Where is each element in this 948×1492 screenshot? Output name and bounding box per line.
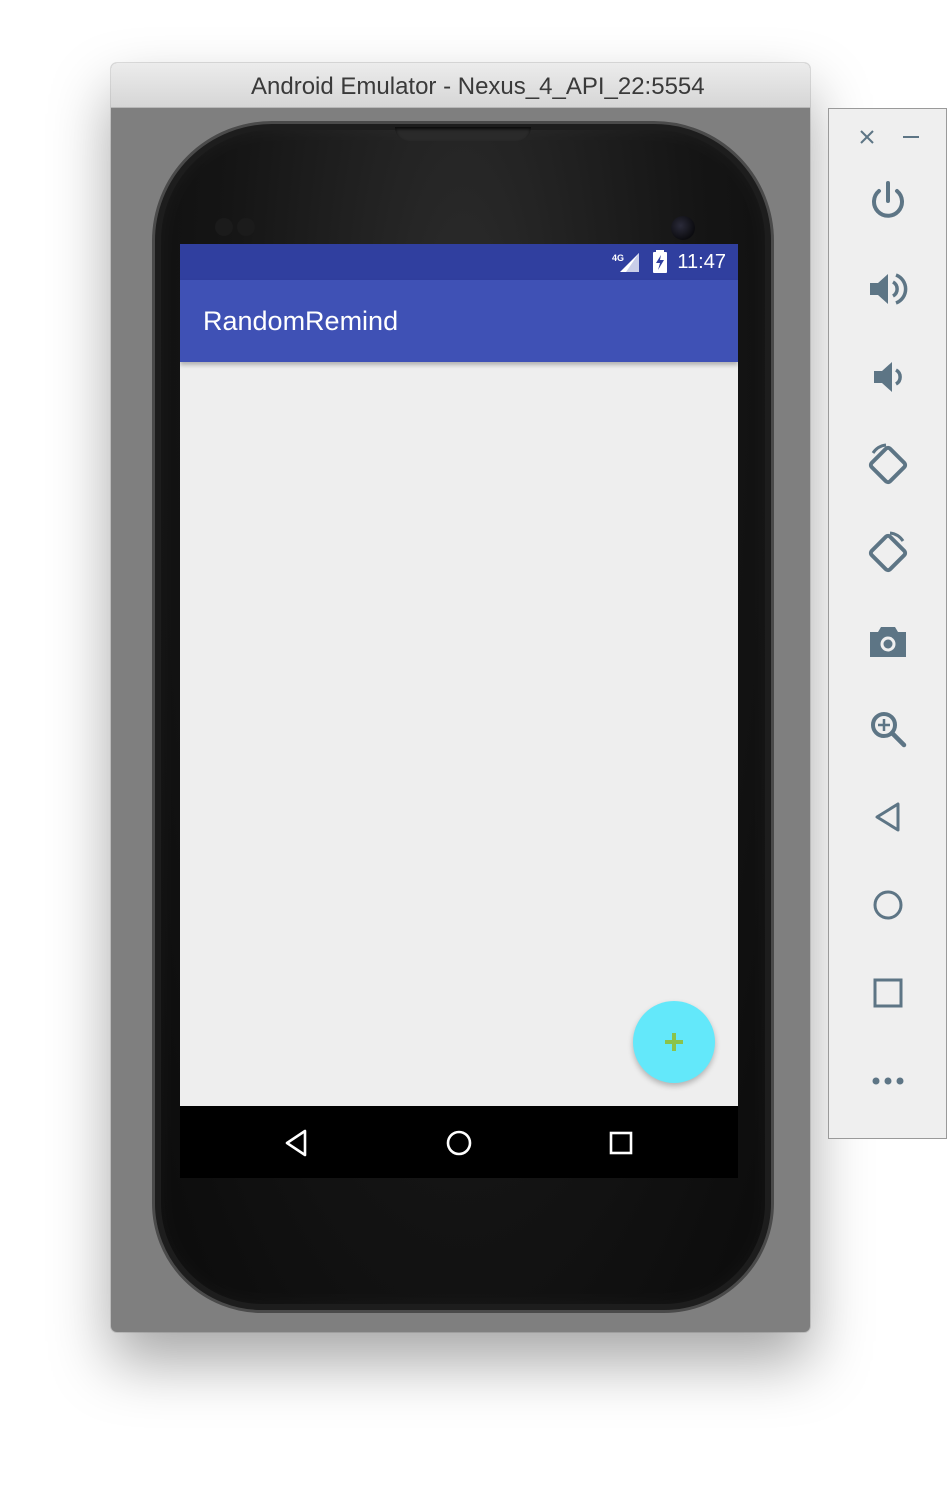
overview-icon[interactable] bbox=[864, 969, 912, 1017]
earpiece-speaker bbox=[395, 127, 531, 141]
rotate-left-icon[interactable] bbox=[864, 441, 912, 489]
light-sensor bbox=[237, 218, 255, 236]
front-camera bbox=[671, 216, 695, 240]
back-icon[interactable] bbox=[864, 793, 912, 841]
signal-4g-icon: 4G bbox=[612, 251, 640, 273]
status-time: 11:47 bbox=[677, 251, 726, 273]
emulator-control-panel bbox=[828, 108, 947, 1139]
home-icon[interactable] bbox=[864, 881, 912, 929]
volume-down-icon[interactable] bbox=[864, 353, 912, 401]
phone-screen[interactable]: 4G 11:47 RandomRemind bbox=[180, 244, 738, 1178]
content-area bbox=[180, 362, 738, 1106]
recents-icon[interactable] bbox=[604, 1126, 638, 1160]
app-bar: RandomRemind bbox=[180, 280, 738, 362]
home-icon[interactable] bbox=[442, 1126, 476, 1160]
minimize-icon[interactable] bbox=[901, 127, 921, 147]
title-bar[interactable]: Android Emulator - Nexus_4_API_22:5554 bbox=[111, 63, 810, 108]
svg-text:4G: 4G bbox=[612, 253, 624, 263]
more-icon[interactable] bbox=[864, 1057, 912, 1105]
navigation-bar bbox=[180, 1106, 738, 1178]
proximity-sensor bbox=[215, 218, 233, 236]
add-fab-button[interactable] bbox=[633, 1001, 715, 1083]
power-icon[interactable] bbox=[864, 177, 912, 225]
back-icon[interactable] bbox=[280, 1126, 314, 1160]
plus-icon bbox=[663, 1031, 685, 1053]
volume-up-icon[interactable] bbox=[864, 265, 912, 313]
window-title: Android Emulator - Nexus_4_API_22:5554 bbox=[251, 73, 705, 100]
close-icon[interactable] bbox=[857, 127, 877, 147]
zoom-icon[interactable] bbox=[864, 705, 912, 753]
app-title: RandomRemind bbox=[203, 306, 399, 336]
rotate-right-icon[interactable] bbox=[864, 529, 912, 577]
status-bar: 4G 11:47 bbox=[180, 244, 738, 280]
battery-charging-icon bbox=[652, 250, 668, 274]
camera-icon[interactable] bbox=[864, 617, 912, 665]
